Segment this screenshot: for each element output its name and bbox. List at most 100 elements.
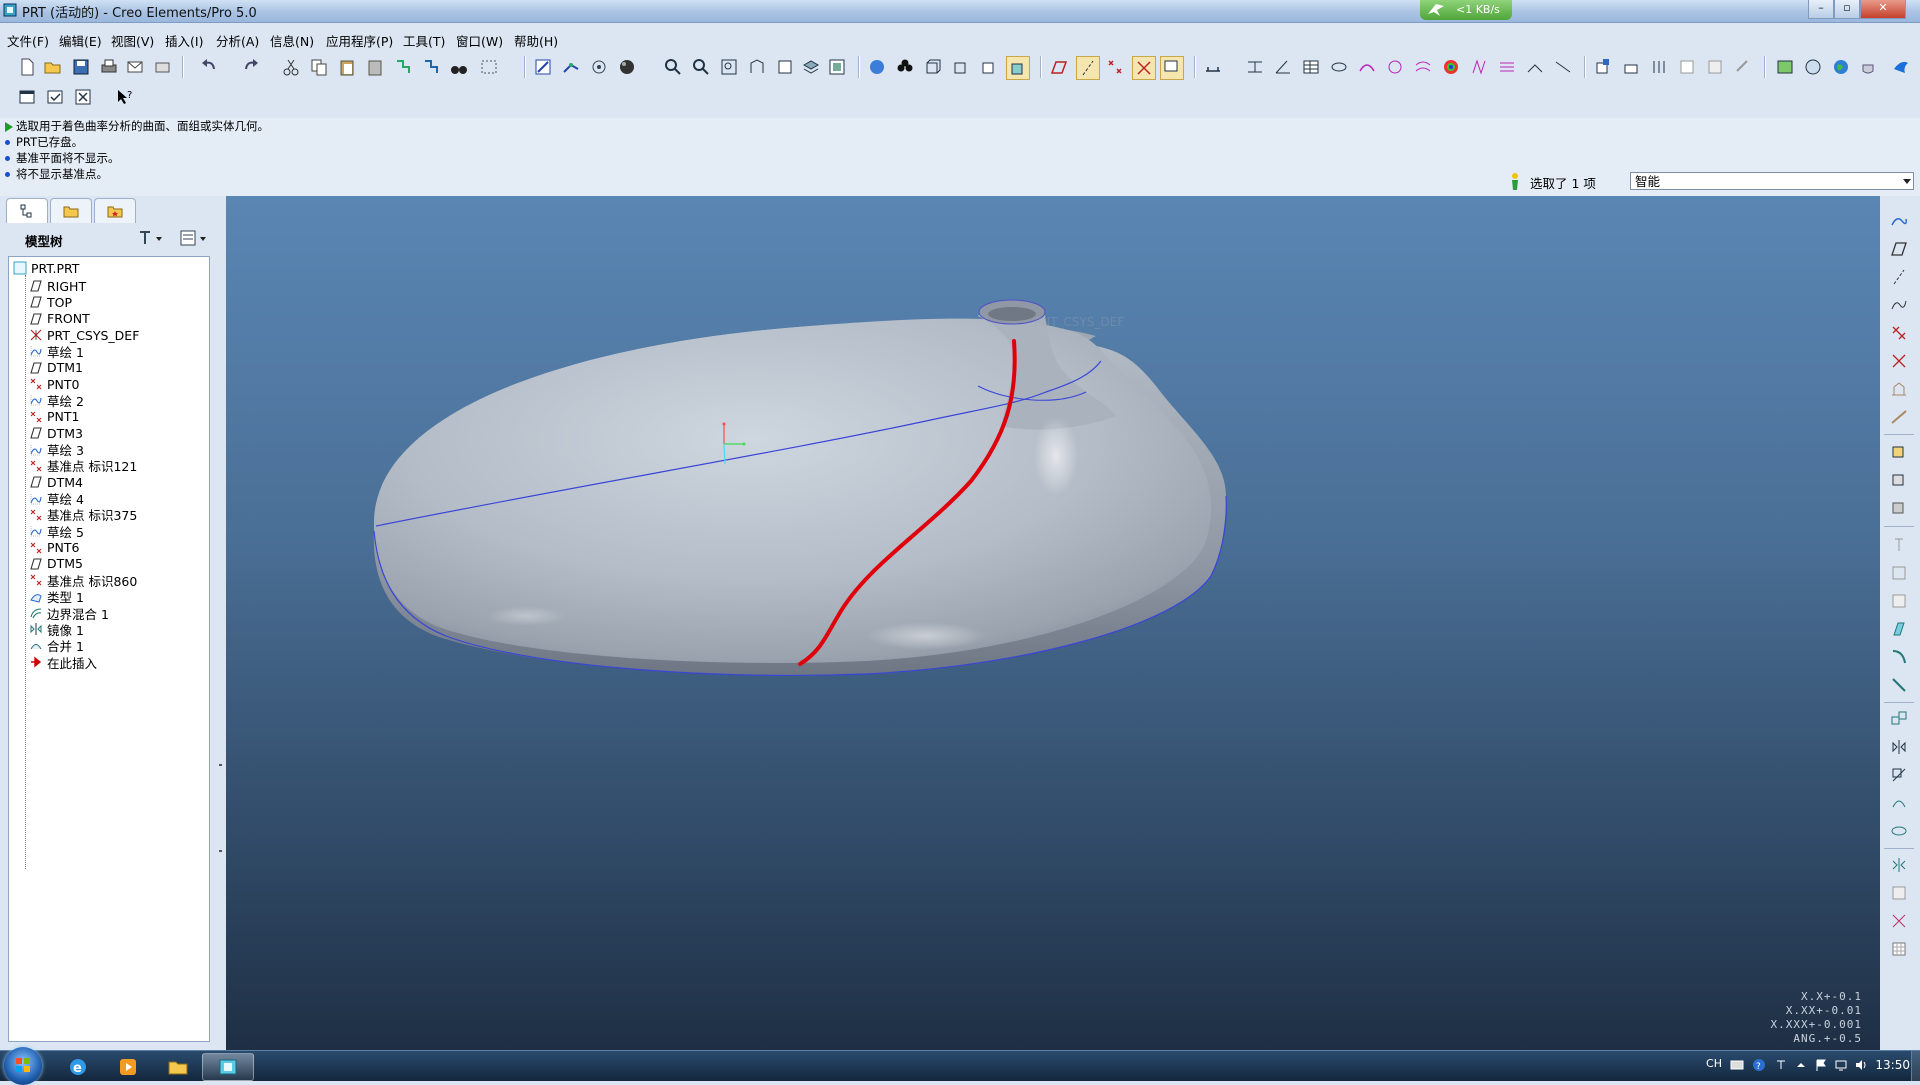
action-center-flag-icon[interactable]	[1814, 1058, 1828, 1072]
graph-tool-button[interactable]	[1886, 406, 1912, 428]
show-hidden-icons-icon[interactable]	[1794, 1058, 1808, 1072]
tree-item[interactable]: DTM1	[29, 359, 83, 377]
paste-special-button[interactable]	[364, 56, 386, 78]
maximize-button[interactable]: ▫	[1834, 0, 1860, 19]
menu-applications[interactable]: 应用程序(P)	[326, 31, 393, 50]
family-table-button[interactable]	[1592, 56, 1614, 78]
new-window-button[interactable]	[16, 86, 38, 108]
minimize-button[interactable]: –	[1808, 0, 1834, 19]
model-render[interactable]: PNT_CSYS_DEF	[226, 196, 1880, 1050]
curvature-analysis-button[interactable]	[1356, 56, 1378, 78]
relations-button[interactable]	[1620, 56, 1642, 78]
shaded-curvature-button[interactable]	[1440, 56, 1462, 78]
graphics-viewport[interactable]: PNT_CSYS_DEF X.X+-0.1 X.XX+-0.01 X.XXX+-…	[226, 196, 1880, 1050]
chamfer-tool-button[interactable]	[1886, 674, 1912, 696]
slope-analysis-button[interactable]	[1496, 56, 1518, 78]
tree-item[interactable]: PNT1	[29, 408, 79, 426]
volume-icon[interactable]	[1854, 1058, 1868, 1072]
datum-plane-tool-button[interactable]	[1886, 238, 1912, 260]
display-style-button[interactable]	[616, 56, 638, 78]
boundary-blend-tool-button[interactable]	[1886, 882, 1912, 904]
shell-tool-button[interactable]	[1886, 562, 1912, 584]
tree-settings-button[interactable]	[136, 228, 164, 248]
refit-button[interactable]	[718, 56, 740, 78]
model-display-button[interactable]	[1774, 56, 1796, 78]
table-analysis-button[interactable]	[1300, 56, 1322, 78]
save-button[interactable]	[70, 56, 92, 78]
taskbar-explorer-button[interactable]	[152, 1053, 204, 1081]
angle-analysis-button[interactable]	[1272, 56, 1294, 78]
thicken-tool-button[interactable]	[1886, 938, 1912, 960]
taskbar-creo-button[interactable]	[202, 1053, 254, 1081]
tree-item[interactable]: FRONT	[29, 310, 90, 328]
sketch-tool-button[interactable]	[1886, 210, 1912, 232]
open-button[interactable]	[42, 56, 64, 78]
tree-item[interactable]: 草绘 5	[29, 522, 84, 540]
tree-item[interactable]: PNT6	[29, 539, 79, 557]
orient-mode-button[interactable]	[588, 56, 610, 78]
hole-tool-button[interactable]	[1886, 534, 1912, 556]
taskbar-ie-button[interactable]: e	[52, 1053, 104, 1081]
sweep-tool-button[interactable]	[1886, 496, 1912, 518]
close-button[interactable]: ✕	[1860, 0, 1906, 19]
new-file-button[interactable]	[16, 56, 38, 78]
repaint-button[interactable]	[532, 56, 554, 78]
selection-filter-dropdown[interactable]: 智能	[1630, 172, 1914, 190]
cut-button[interactable]	[280, 56, 302, 78]
tree-item[interactable]: PRT_CSYS_DEF	[29, 326, 139, 344]
extrude-tool-button[interactable]	[1886, 440, 1912, 462]
analysis-feature-button[interactable]	[1886, 378, 1912, 400]
tree-item[interactable]: TOP	[29, 293, 72, 311]
panel-splitter[interactable]	[219, 536, 223, 916]
tree-item[interactable]: 草绘 1	[29, 342, 84, 360]
intersect-tool-button[interactable]	[1886, 820, 1912, 842]
tab-folder-browser[interactable]	[50, 198, 92, 223]
section-analysis-button[interactable]	[1384, 56, 1406, 78]
help-icon[interactable]: ?	[1752, 1058, 1766, 1072]
datum-points-toggle[interactable]	[1104, 56, 1126, 78]
trim-tool-button[interactable]	[1886, 764, 1912, 786]
measure-button[interactable]	[1202, 56, 1224, 78]
spin-center-button[interactable]	[560, 56, 582, 78]
merge-tool-button[interactable]	[1886, 792, 1912, 814]
model-setup-button[interactable]	[894, 56, 916, 78]
send-mail-button[interactable]	[124, 56, 146, 78]
interchange-button[interactable]	[1732, 56, 1754, 78]
menu-tools[interactable]: 工具(T)	[403, 31, 445, 50]
globe-button[interactable]	[1830, 56, 1852, 78]
datum-point-tool-button[interactable]	[1886, 322, 1912, 344]
web-browser-button[interactable]	[1802, 56, 1824, 78]
draft-tool-button[interactable]	[1886, 618, 1912, 640]
menu-info[interactable]: 信息(N)	[270, 31, 314, 50]
regen-manager-button[interactable]	[420, 56, 442, 78]
taskbar-media-button[interactable]	[102, 1053, 154, 1081]
show-desktop-button[interactable]	[1911, 1051, 1920, 1081]
offset-analysis-button[interactable]	[1412, 56, 1434, 78]
print-button[interactable]	[98, 56, 120, 78]
revolve-tool-button[interactable]	[1886, 468, 1912, 490]
menu-file[interactable]: 文件(F)	[7, 31, 49, 50]
ime-settings-icon[interactable]	[1774, 1058, 1788, 1072]
mass-properties-button[interactable]	[1328, 56, 1350, 78]
pattern-tool-button[interactable]	[1886, 708, 1912, 730]
deviation-analysis-button[interactable]	[1552, 56, 1574, 78]
keyboard-icon[interactable]	[1730, 1058, 1744, 1072]
offset-tool-button[interactable]	[1886, 910, 1912, 932]
parameters-button[interactable]	[1648, 56, 1670, 78]
saved-views-button[interactable]	[774, 56, 796, 78]
select-box-button[interactable]	[478, 56, 500, 78]
network-icon[interactable]	[1834, 1058, 1848, 1072]
menu-insert[interactable]: 插入(I)	[165, 31, 203, 50]
start-button[interactable]	[4, 1047, 42, 1085]
tree-item[interactable]: 草绘 2	[29, 391, 84, 409]
appearance-gallery-button[interactable]	[866, 56, 888, 78]
style-tool-button[interactable]	[1886, 854, 1912, 876]
close-window-button[interactable]	[72, 86, 94, 108]
send-link-button[interactable]	[152, 56, 174, 78]
menu-help[interactable]: 帮助(H)	[514, 31, 558, 50]
tree-item[interactable]: 在此插入	[29, 653, 97, 671]
activate-window-button[interactable]	[44, 86, 66, 108]
zoom-in-button[interactable]	[662, 56, 684, 78]
mirror-tool-button[interactable]	[1886, 736, 1912, 758]
reorient-button[interactable]	[746, 56, 768, 78]
